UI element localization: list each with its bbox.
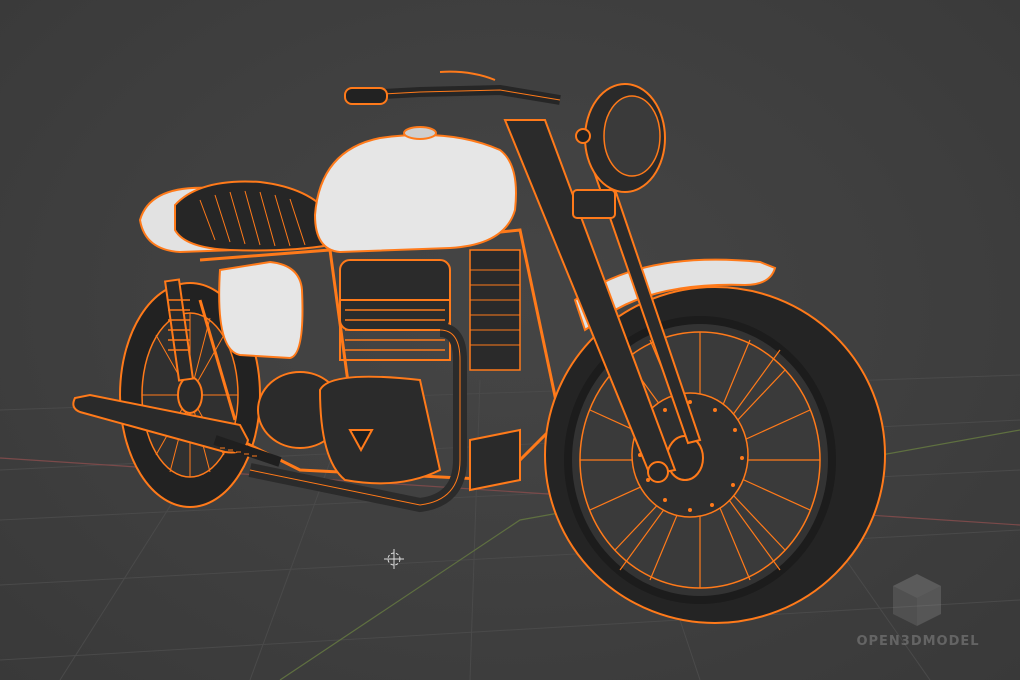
seat[interactable] [174, 180, 331, 252]
fuel-tank[interactable] [313, 133, 517, 254]
fuel-cap[interactable] [403, 126, 437, 140]
3d-viewport[interactable]: OPEN3DMODEL [0, 0, 1020, 680]
watermark: OPEN3DMODEL [838, 572, 998, 652]
footpeg [469, 428, 521, 492]
bracket [572, 189, 616, 219]
handlebars[interactable] [344, 70, 561, 105]
cube-icon [893, 574, 941, 626]
motorcycle-model[interactable] [72, 70, 886, 624]
left-grip [344, 87, 388, 105]
watermark-text: OPEN3DMODEL [856, 634, 980, 649]
side-panel [218, 260, 304, 360]
headlight [575, 83, 666, 193]
3d-cursor-icon[interactable] [384, 549, 404, 569]
